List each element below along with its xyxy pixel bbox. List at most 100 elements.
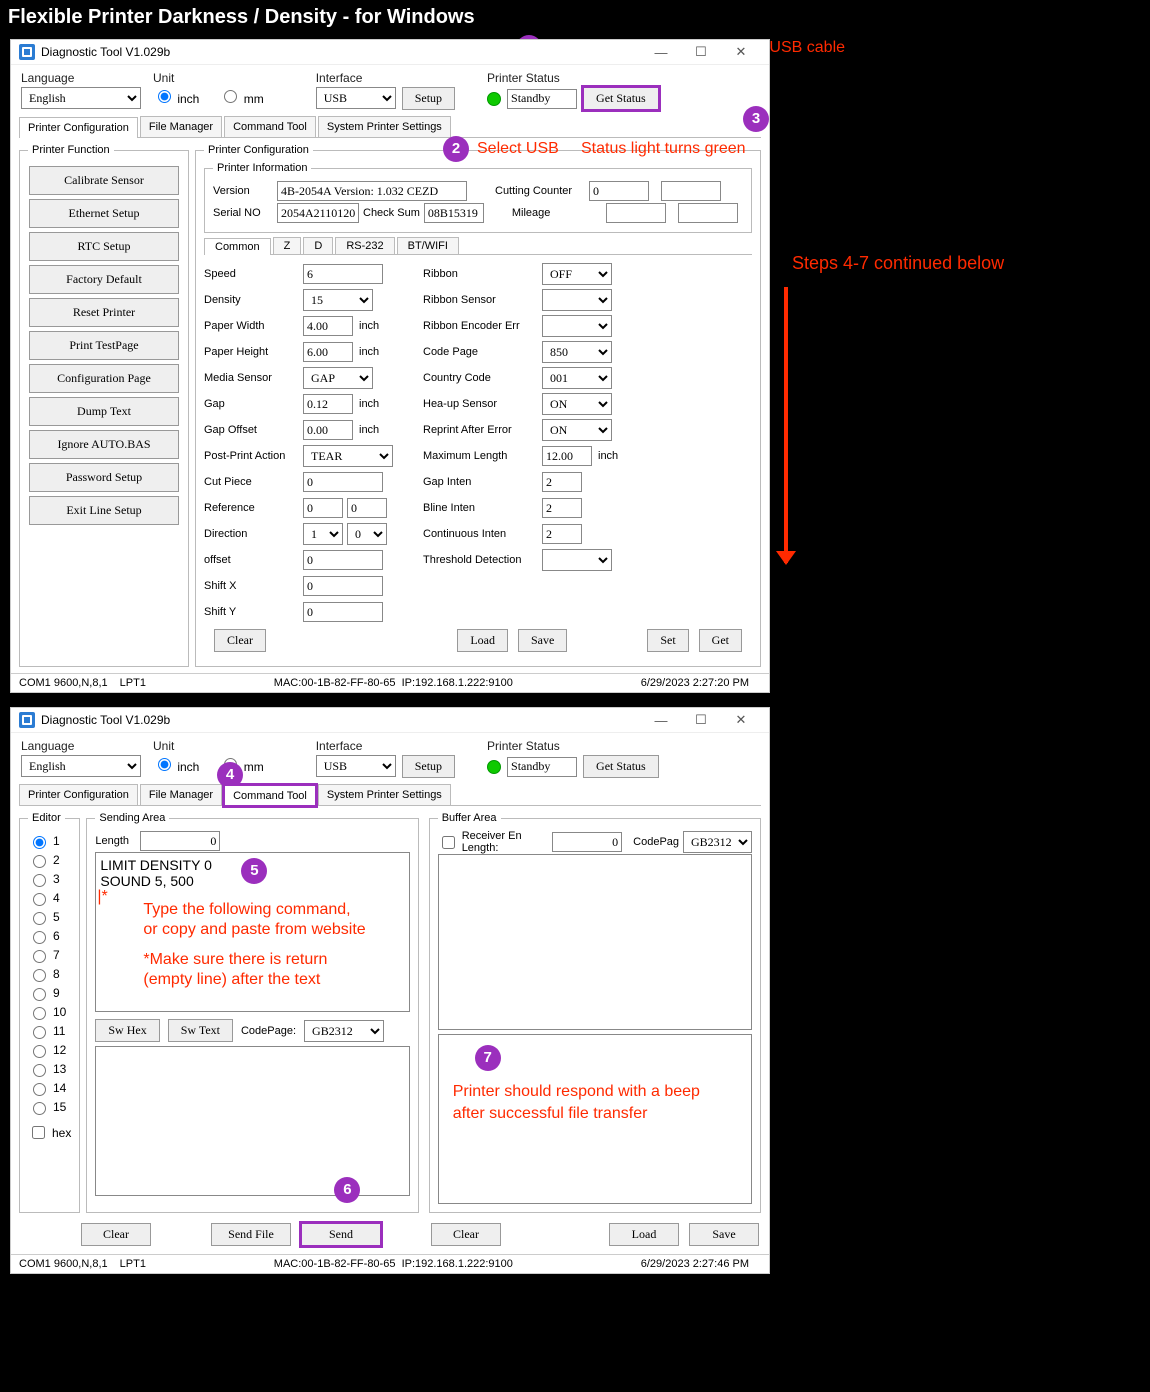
threshold-select[interactable] <box>542 549 612 571</box>
ribbon-select[interactable]: OFF <box>542 263 612 285</box>
itab-btwifi[interactable]: BT/WIFI <box>397 237 459 254</box>
lower-textarea[interactable]: 6 <box>95 1046 409 1196</box>
postprint-select[interactable]: TEAR <box>303 445 393 467</box>
paperheight-input[interactable] <box>303 342 353 362</box>
clear-button[interactable]: Clear <box>81 1223 151 1246</box>
refx-input[interactable] <box>303 498 343 518</box>
sw-hex-button[interactable]: Sw Hex <box>95 1019 159 1042</box>
tab-printer-config[interactable]: Printer Configuration <box>19 117 138 138</box>
print-testpage-button[interactable]: Print TestPage <box>29 331 179 360</box>
gap-input[interactable] <box>303 394 353 414</box>
minimize-button[interactable]: — <box>641 45 681 60</box>
load-button[interactable]: Load <box>609 1223 679 1246</box>
language-select[interactable]: English <box>21 755 141 777</box>
password-setup-button[interactable]: Password Setup <box>29 463 179 492</box>
editor-radio-9[interactable] <box>33 988 46 1001</box>
editor-radio-10[interactable] <box>33 1007 46 1020</box>
headup-select[interactable]: ON <box>542 393 612 415</box>
hex-checkbox[interactable] <box>32 1126 45 1139</box>
calibrate-sensor-button[interactable]: Calibrate Sensor <box>29 166 179 195</box>
density-select[interactable]: 15 <box>303 289 373 311</box>
offset-input[interactable] <box>303 550 383 570</box>
ethernet-setup-button[interactable]: Ethernet Setup <box>29 199 179 228</box>
buffer-clear-button[interactable]: Clear <box>431 1223 501 1246</box>
codepage-select[interactable]: GB2312 <box>304 1020 384 1042</box>
receiver-enable-checkbox[interactable] <box>442 836 455 849</box>
editor-radio-14[interactable] <box>33 1083 46 1096</box>
itab-rs232[interactable]: RS-232 <box>335 237 394 254</box>
unit-inch-radio[interactable]: inch <box>153 87 199 106</box>
gapinten-input[interactable] <box>542 472 582 492</box>
editor-radio-7[interactable] <box>33 950 46 963</box>
editor-radio-13[interactable] <box>33 1064 46 1077</box>
maximize-button[interactable]: ☐ <box>681 44 721 60</box>
itab-d[interactable]: D <box>303 237 333 254</box>
reprintafter-select[interactable]: ON <box>542 419 612 441</box>
minimize-button[interactable]: — <box>641 713 681 728</box>
itab-common[interactable]: Common <box>204 238 271 255</box>
mediasensor-select[interactable]: GAP <box>303 367 373 389</box>
ignore-autobas-button[interactable]: Ignore AUTO.BAS <box>29 430 179 459</box>
language-select[interactable]: English <box>21 87 141 109</box>
save-button[interactable]: Save <box>518 629 567 652</box>
ribbonsensor-select[interactable] <box>542 289 612 311</box>
refy-input[interactable] <box>347 498 387 518</box>
editor-radio-1[interactable] <box>33 836 46 849</box>
codepag-select[interactable]: GB2312 <box>683 831 752 853</box>
diry-select[interactable]: 0 <box>347 523 387 545</box>
set-button[interactable]: Set <box>647 629 688 652</box>
unit-mm-radio[interactable]: mm <box>219 87 263 106</box>
ribbonencoder-select[interactable] <box>542 315 612 337</box>
itab-z[interactable]: Z <box>273 237 302 254</box>
tab-file-manager[interactable]: File Manager <box>140 784 222 805</box>
get-status-button[interactable]: Get Status <box>583 87 659 110</box>
setup-button[interactable]: Setup <box>402 87 455 110</box>
clear-button[interactable]: Clear <box>214 629 266 652</box>
maxlength-input[interactable] <box>542 446 592 466</box>
tab-file-manager[interactable]: File Manager <box>140 116 222 137</box>
tab-printer-config[interactable]: Printer Configuration <box>19 784 138 805</box>
dirx-select[interactable]: 1 <box>303 523 343 545</box>
send-button[interactable]: Send <box>301 1223 381 1246</box>
editor-radio-2[interactable] <box>33 855 46 868</box>
editor-radio-5[interactable] <box>33 912 46 925</box>
get-button[interactable]: Get <box>699 629 742 652</box>
blineinten-input[interactable] <box>542 498 582 518</box>
interface-select[interactable]: USB <box>316 755 396 777</box>
reset-printer-button[interactable]: Reset Printer <box>29 298 179 327</box>
speed-input[interactable] <box>303 264 383 284</box>
shifty-input[interactable] <box>303 602 383 622</box>
editor-radio-8[interactable] <box>33 969 46 982</box>
buffer-lower[interactable]: 7 Printer should respond with a beep aft… <box>438 1034 752 1204</box>
editor-radio-12[interactable] <box>33 1045 46 1058</box>
tab-system-printer[interactable]: System Printer Settings <box>318 116 451 137</box>
contintensity-input[interactable] <box>542 524 582 544</box>
editor-radio-11[interactable] <box>33 1026 46 1039</box>
sw-text-button[interactable]: Sw Text <box>168 1019 233 1042</box>
editor-radio-3[interactable] <box>33 874 46 887</box>
gapoffset-input[interactable] <box>303 420 353 440</box>
configuration-page-button[interactable]: Configuration Page <box>29 364 179 393</box>
close-button[interactable]: ✕ <box>721 712 761 728</box>
cutpiece-input[interactable] <box>303 472 383 492</box>
rtc-setup-button[interactable]: RTC Setup <box>29 232 179 261</box>
editor-radio-15[interactable] <box>33 1102 46 1115</box>
setup-button[interactable]: Setup <box>402 755 455 778</box>
maximize-button[interactable]: ☐ <box>681 712 721 728</box>
shiftx-input[interactable] <box>303 576 383 596</box>
tab-command-tool[interactable]: Command Tool <box>224 116 316 137</box>
editor-radio-6[interactable] <box>33 931 46 944</box>
editor-radio-4[interactable] <box>33 893 46 906</box>
unit-inch-radio[interactable]: inch <box>153 755 199 774</box>
countrycode-select[interactable]: 001 <box>542 367 612 389</box>
interface-select[interactable]: USB <box>316 87 396 109</box>
buffer-upper[interactable] <box>438 854 752 1030</box>
exit-line-setup-button[interactable]: Exit Line Setup <box>29 496 179 525</box>
tab-system-printer[interactable]: System Printer Settings <box>318 784 451 805</box>
load-button[interactable]: Load <box>457 629 508 652</box>
close-button[interactable]: ✕ <box>721 44 761 60</box>
paperwidth-input[interactable] <box>303 316 353 336</box>
codepage-select[interactable]: 850 <box>542 341 612 363</box>
factory-default-button[interactable]: Factory Default <box>29 265 179 294</box>
send-file-button[interactable]: Send File <box>211 1223 291 1246</box>
